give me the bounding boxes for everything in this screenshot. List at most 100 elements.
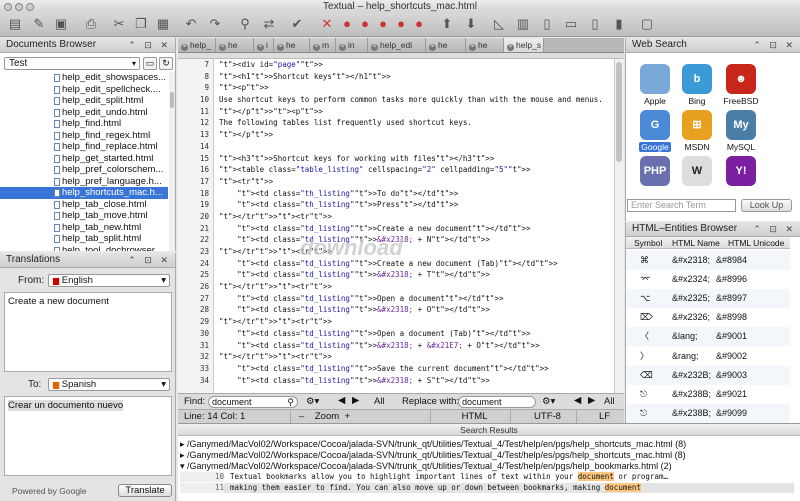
document-list-item[interactable]: help_get_started.html (0, 153, 168, 165)
close-window-button[interactable] (4, 3, 12, 11)
panel-controls-icon[interactable]: ⌃ ⊡ ✕ (128, 253, 171, 267)
calculator-icon[interactable]: ▥ (514, 15, 532, 33)
editor-scroll-thumb[interactable] (616, 62, 622, 162)
close-tab-icon[interactable]: × (219, 44, 226, 51)
entity-row[interactable]: ⌤ &#x2324; &#8996 (626, 270, 790, 289)
editor-tab[interactable]: × he (274, 38, 310, 52)
bookmark-3-icon[interactable]: ● (374, 15, 392, 33)
translate-button[interactable]: Translate (118, 484, 172, 497)
close-tab-icon[interactable]: × (181, 44, 188, 51)
zoom-in-icon[interactable]: + (344, 411, 350, 422)
document-list-item[interactable]: help_tab_move.html (0, 210, 168, 222)
find-icon[interactable]: ⚲ (236, 15, 254, 33)
search-result-hit[interactable]: 10 Textual bookmarks allow you to highlig… (180, 472, 794, 482)
document-list-item[interactable]: help_tab_new.html (0, 222, 168, 234)
close-tab-icon[interactable]: × (257, 44, 264, 51)
to-language-select[interactable]: ▆ Spanish ▾ (48, 378, 170, 391)
document-list-item[interactable]: help_shortcuts_mac.h... (0, 187, 168, 199)
document-list-item[interactable]: help_pref_language.h... (0, 176, 168, 188)
document-list-item[interactable]: help_find.html (0, 118, 168, 130)
replace-options-icon[interactable]: ⚙▾ (542, 396, 555, 407)
panel-split-icon[interactable]: ▮ (610, 15, 628, 33)
entity-row[interactable]: ⎋ &#x238B; &#9021 (626, 385, 790, 404)
html-unicode-column-header[interactable]: HTML Unicode (728, 237, 784, 249)
find-all-button[interactable]: All (374, 396, 385, 407)
web-search-input[interactable]: Enter Search Term (627, 199, 736, 212)
add-document-icon[interactable]: ▭ (143, 57, 157, 70)
editor-tab[interactable]: × help_ (178, 38, 216, 52)
panel-controls-icon[interactable]: ⌃ ⊡ ✕ (753, 222, 796, 236)
document-list-item[interactable]: help_edit_spellcheck.... (0, 84, 168, 96)
search-result-file[interactable]: ▸ /Ganymed/MacVol02/Workspace/Cocoa/jala… (180, 439, 794, 450)
document-list-item[interactable]: help_pref_colorschem... (0, 164, 168, 176)
source-text-area[interactable]: Create a new document (4, 292, 172, 372)
from-language-select[interactable]: ▆ English ▾ (48, 274, 170, 287)
save-icon[interactable]: ▣ (52, 15, 70, 33)
bookmark-1-icon[interactable]: ● (338, 15, 356, 33)
editor-tab[interactable]: × m (310, 38, 336, 52)
entity-row[interactable]: ⌥ &#x2325; &#8997 (626, 289, 790, 309)
arrow-down-icon[interactable]: ⬇ (462, 15, 480, 33)
find-next-icon[interactable]: ▶ (352, 395, 359, 406)
close-tab-icon[interactable]: × (277, 44, 284, 51)
document-list-item[interactable]: help_edit_split.html (0, 95, 168, 107)
bookmark-5-icon[interactable]: ● (410, 15, 428, 33)
close-tab-icon[interactable]: × (371, 44, 378, 51)
find-input[interactable]: document ⚲ (208, 396, 298, 408)
cut-icon[interactable]: ✂ (110, 15, 128, 33)
search-result-file[interactable]: ▾ /Ganymed/MacVol02/Workspace/Cocoa/jala… (180, 461, 794, 472)
zoom-out-icon[interactable]: – (299, 411, 304, 422)
replace-all-button[interactable]: All (604, 396, 615, 407)
zoom-window-button[interactable] (26, 3, 34, 11)
editor-tab[interactable]: × help_s (504, 38, 544, 52)
document-list-item[interactable]: help_edit_showspaces... (0, 72, 168, 84)
arrow-up-icon[interactable]: ⬆ (438, 15, 456, 33)
close-tab-icon[interactable]: × (429, 44, 436, 51)
entity-row[interactable]: ⌫ &#x232B; &#9003 (626, 365, 790, 385)
document-list-item[interactable]: help_find_replace.html (0, 141, 168, 153)
entity-row[interactable]: 〈 &lang; &#9001 (626, 327, 790, 347)
replace-next-icon[interactable]: ▶ (588, 395, 595, 406)
search-engine-freebsd[interactable]: ☻ FreeBSD (714, 64, 768, 106)
close-tab-icon[interactable]: × (507, 44, 514, 51)
document-list-item[interactable]: help_tab_split.html (0, 233, 168, 245)
line-endings[interactable]: LF (576, 410, 624, 424)
panel-left-icon[interactable]: ▯ (538, 15, 556, 33)
symbol-column-header[interactable]: Symbol (634, 237, 662, 249)
panel-controls-icon[interactable]: ⌃ ⊡ ✕ (128, 38, 171, 52)
look-up-button[interactable]: Look Up (741, 199, 792, 212)
search-result-file[interactable]: ▸ /Ganymed/MacVol02/Workspace/Cocoa/jala… (180, 450, 794, 461)
panel-right-icon[interactable]: ▯ (586, 15, 604, 33)
minimize-window-button[interactable] (15, 3, 23, 11)
undo-icon[interactable]: ↶ (182, 15, 200, 33)
edit-document-icon[interactable]: ✎ (30, 15, 48, 33)
search-result-hit[interactable]: 11 making them easier to find. You can al… (180, 483, 794, 493)
entity-row[interactable]: ⎋ &#x238B; &#9099 (626, 403, 790, 423)
collapsed-chevron-icon[interactable]: ▸ (180, 450, 187, 460)
editor-tab[interactable]: × help_edi (368, 38, 426, 52)
entity-row[interactable]: ⌦ &#x2326; &#8998 (626, 308, 790, 327)
result-text-area[interactable]: Crear un documento nuevo (4, 396, 172, 476)
editor-tab[interactable]: × i (254, 38, 274, 52)
document-list-item[interactable]: help_tool_dochrowser... (0, 245, 168, 251)
html-name-column-header[interactable]: HTML Name (672, 237, 720, 249)
replace-input[interactable]: document (458, 396, 536, 408)
collapsed-chevron-icon[interactable]: ▸ (180, 439, 187, 449)
find-options-icon[interactable]: ⚙▾ (306, 396, 319, 407)
entity-row[interactable]: ⌘ &#x2318; &#8984 (626, 251, 790, 270)
project-select[interactable]: Test ▾ (4, 57, 140, 70)
print-icon[interactable]: ⎙ (82, 15, 100, 33)
document-list-item[interactable]: help_find_regex.html (0, 130, 168, 142)
entity-row[interactable]: 〉 &rang; &#9002 (626, 347, 790, 366)
bookmark-4-icon[interactable]: ● (392, 15, 410, 33)
close-tab-icon[interactable]: × (313, 44, 320, 51)
replace-previous-icon[interactable]: ◀ (574, 395, 581, 406)
close-tab-icon[interactable]: × (339, 44, 346, 51)
expanded-chevron-icon[interactable]: ▾ (180, 461, 187, 471)
redo-icon[interactable]: ↷ (206, 15, 224, 33)
spellcheck-icon[interactable]: ✔ (288, 15, 306, 33)
ruler-icon[interactable]: ◺ (490, 15, 508, 33)
paste-icon[interactable]: ▦ (154, 15, 172, 33)
bookmark-icon[interactable]: ✕ (318, 15, 336, 33)
syntax-mode[interactable]: HTML (430, 410, 510, 424)
